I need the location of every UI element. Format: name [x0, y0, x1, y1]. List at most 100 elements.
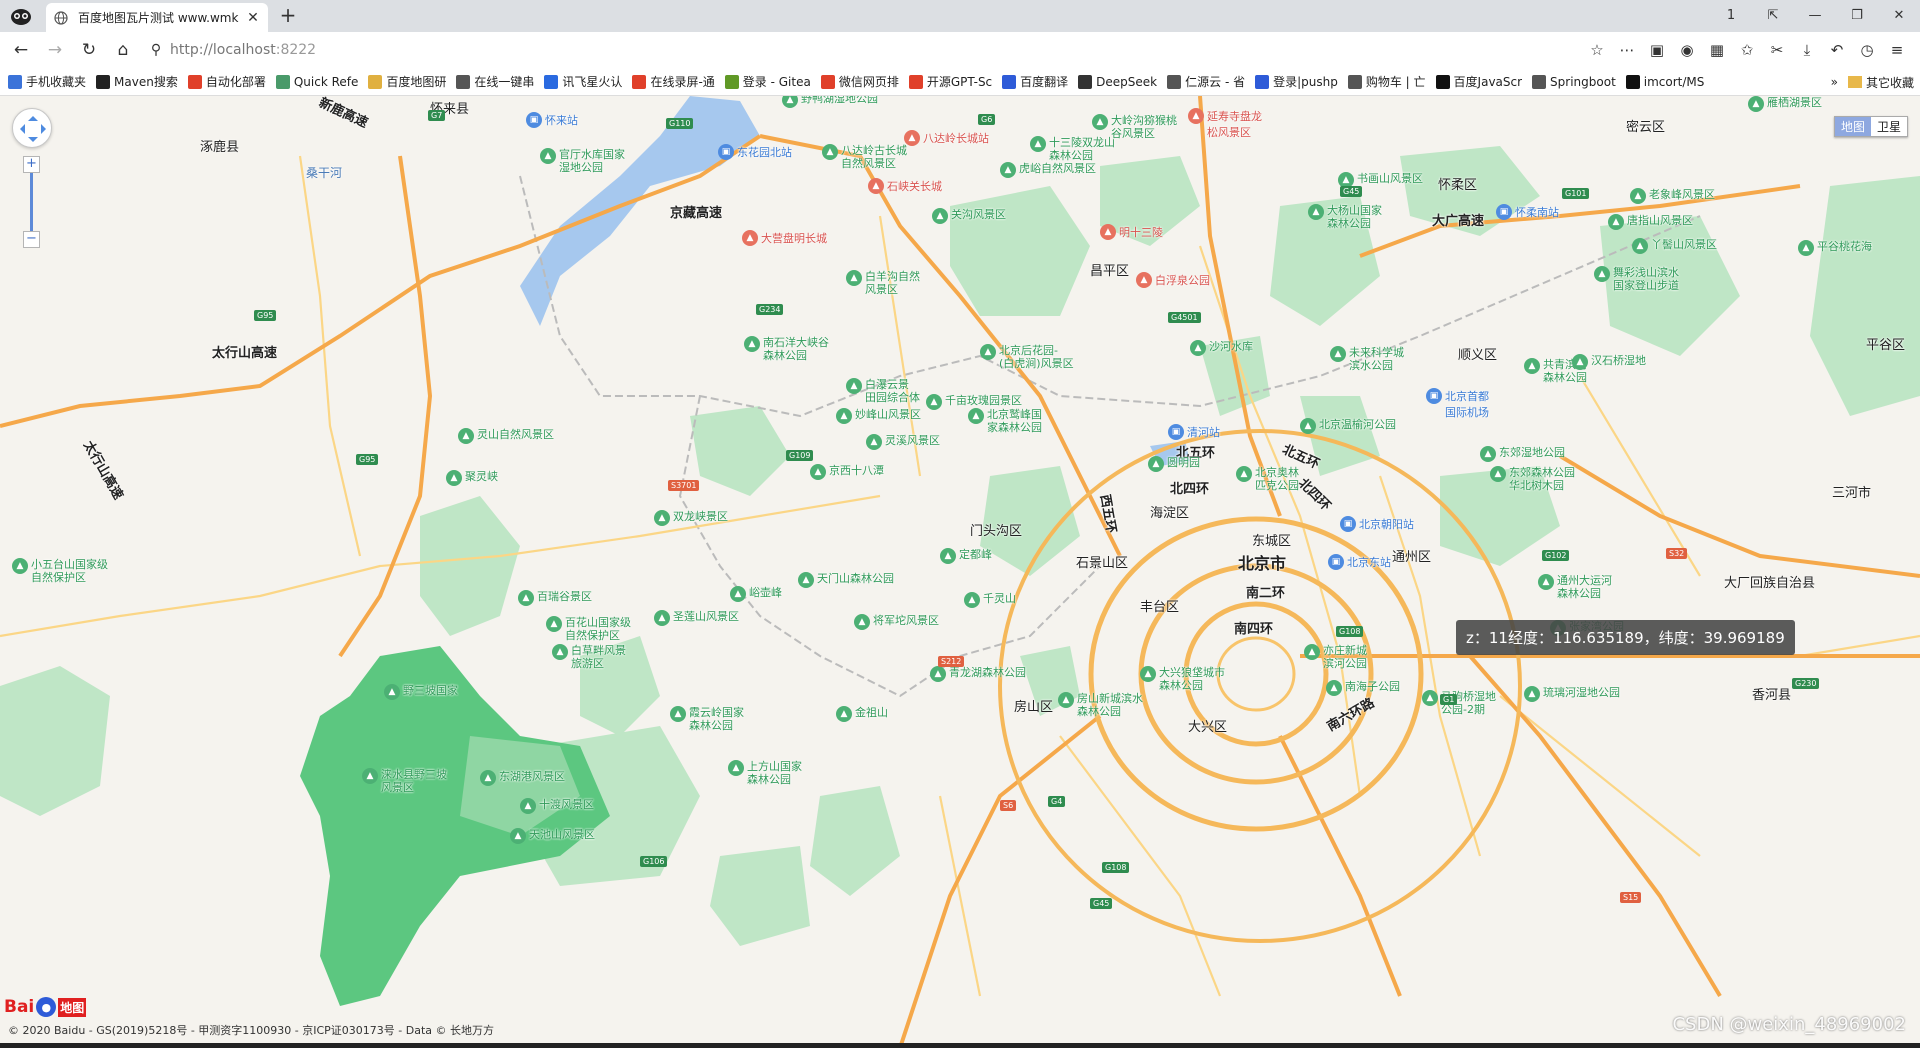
poi-label[interactable]: 千灵山	[983, 592, 1016, 605]
more-icon[interactable]: ⋯	[1612, 36, 1642, 64]
park-marker-icon[interactable]: ▲	[846, 270, 862, 286]
park-marker-icon[interactable]: ▲	[940, 548, 956, 564]
tab-close-icon[interactable]: ✕	[246, 10, 260, 26]
poi-label[interactable]: 天门山森林公园	[817, 572, 894, 585]
park-marker-icon[interactable]: ▲	[1190, 340, 1206, 356]
park-marker-icon[interactable]: ▲	[1480, 446, 1496, 462]
bookmark-item[interactable]: imcort/MS	[1625, 74, 1704, 89]
bookmark-item[interactable]: 微信网页排	[820, 73, 899, 90]
pan-left-icon[interactable]	[15, 124, 25, 134]
bookmark-item[interactable]: 登录|pushp	[1255, 73, 1338, 90]
poi-label[interactable]: 东郊湿地公园	[1499, 446, 1565, 459]
poi-label[interactable]: 石峡关长城	[887, 178, 942, 194]
park-marker-icon[interactable]: ▲	[930, 666, 946, 682]
park-marker-icon[interactable]: ▲	[384, 684, 400, 700]
poi-label[interactable]: 东花园北站	[737, 144, 792, 160]
pan-down-icon[interactable]	[28, 137, 38, 147]
park-marker-icon[interactable]: ▲	[654, 610, 670, 626]
tab-active[interactable]: 百度地图瓦片测试 www.wmk ✕	[46, 3, 268, 32]
park-marker-icon[interactable]: ▲	[1572, 354, 1588, 370]
park-marker-icon[interactable]: ▲	[510, 828, 526, 844]
park-marker-icon[interactable]: ▲	[836, 706, 852, 722]
poi-label[interactable]: 百花山国家级 自然保护区	[565, 616, 631, 642]
poi-label[interactable]: 霞云岭国家 森林公园	[689, 706, 744, 732]
screenshot-icon[interactable]: ✂	[1762, 36, 1792, 64]
park-marker-icon[interactable]: ▲	[1632, 238, 1648, 254]
park-marker-icon[interactable]: ▲	[730, 586, 746, 602]
park-marker-icon[interactable]: ▲	[480, 770, 496, 786]
park-marker-icon[interactable]: ▲	[1000, 162, 1016, 178]
park-marker-icon[interactable]: ▲	[518, 590, 534, 606]
poi-label[interactable]: 圣莲山风景区	[673, 610, 739, 623]
poi-label[interactable]: 白羊沟自然 风景区	[865, 270, 920, 296]
park-marker-icon[interactable]: ▲	[1330, 346, 1346, 362]
back-icon[interactable]: ←	[4, 35, 38, 65]
reload-icon[interactable]: ↻	[72, 35, 106, 65]
poi-label[interactable]: 北京奥林 匹克公园	[1255, 466, 1299, 492]
poi-label[interactable]: 丫髻山风景区	[1651, 238, 1717, 251]
park-marker-icon[interactable]: ▲	[854, 614, 870, 630]
poi-label[interactable]: 房山新城滨水 森林公园	[1077, 692, 1143, 718]
zoom-slider[interactable]	[30, 173, 33, 231]
park-marker-icon[interactable]: ▲	[1524, 358, 1540, 374]
poi-label[interactable]: 东湖港风景区	[499, 770, 565, 783]
poi-label[interactable]: 北京东站	[1347, 554, 1391, 570]
poi-label[interactable]: 聚灵峡	[465, 470, 498, 483]
poi-label[interactable]: 上方山国家 森林公园	[747, 760, 802, 786]
landmark-marker-icon[interactable]: ▲	[868, 178, 884, 194]
bookmark-item[interactable]: 在线一键串	[456, 73, 534, 90]
bookmark-item[interactable]: Springboot	[1532, 74, 1616, 89]
poi-label[interactable]: 十三陵双龙山 森林公园	[1049, 136, 1115, 162]
park-marker-icon[interactable]: ▲	[1304, 644, 1320, 660]
poi-label[interactable]: 白草畔风景 旅游区	[571, 644, 626, 670]
park-marker-icon[interactable]: ▲	[798, 572, 814, 588]
bookmark-item[interactable]: 百度JavaScr	[1435, 73, 1522, 90]
park-marker-icon[interactable]: ▲	[1148, 456, 1164, 472]
poi-label[interactable]: 小五台山国家级 自然保护区	[31, 558, 108, 584]
poi-label[interactable]: 东郊森林公园 华北树木园	[1509, 466, 1575, 492]
park-marker-icon[interactable]: ▲	[836, 408, 852, 424]
poi-label[interactable]: 北京温榆河公园	[1319, 418, 1396, 431]
zoom-out-button[interactable]: −	[23, 231, 40, 248]
poi-label[interactable]: 八达岭长城站	[923, 130, 989, 146]
poi-label[interactable]: 十渡风景区	[539, 798, 594, 811]
close-window-icon[interactable]: ✕	[1878, 0, 1920, 30]
map-type-satellite-button[interactable]: 卫星	[1870, 117, 1907, 136]
poi-label[interactable]: 圆明园	[1167, 456, 1200, 469]
park-marker-icon[interactable]: ▲	[1422, 690, 1438, 706]
station-marker-icon[interactable]: ▣	[1328, 554, 1344, 570]
poi-label[interactable]: 关沟风景区	[951, 208, 1006, 221]
poi-label[interactable]: 金祖山	[855, 706, 888, 719]
poi-label[interactable]: 北京朝阳站	[1359, 516, 1414, 532]
menu-icon[interactable]: ≡	[1882, 36, 1912, 64]
park-marker-icon[interactable]: ▲	[964, 592, 980, 608]
poi-label[interactable]: 北京后花园- (白虎涧)风景区	[999, 344, 1074, 370]
park-marker-icon[interactable]: ▲	[744, 336, 760, 352]
poi-label[interactable]: 明十三陵	[1119, 224, 1163, 240]
apps-icon[interactable]: ▦	[1702, 36, 1732, 64]
poi-label[interactable]: 京西十八潭	[829, 464, 884, 477]
park-marker-icon[interactable]: ▲	[1300, 418, 1316, 434]
park-marker-icon[interactable]: ▲	[1608, 214, 1624, 230]
poi-label[interactable]: 将军坨风景区	[873, 614, 939, 627]
station-marker-icon[interactable]: ▣	[526, 112, 542, 128]
bookmark-item[interactable]: 百度地图研	[368, 73, 446, 90]
park-marker-icon[interactable]: ▲	[810, 464, 826, 480]
poi-label[interactable]: 灵溪风景区	[885, 434, 940, 447]
bookmark-item[interactable]: 开源GPT-Sc	[908, 73, 992, 90]
park-marker-icon[interactable]: ▲	[1798, 240, 1814, 256]
poi-label[interactable]: 千亩玫瑰园景区	[945, 394, 1022, 407]
poi-label[interactable]: 通州大运河 森林公园	[1557, 574, 1612, 600]
park-marker-icon[interactable]: ▲	[932, 208, 948, 224]
park-marker-icon[interactable]: ▲	[546, 616, 562, 632]
poi-label[interactable]: 百瑞谷景区	[537, 590, 592, 603]
poi-label[interactable]: 青龙湖森林公园	[949, 666, 1026, 679]
zoom-in-button[interactable]: +	[23, 156, 40, 173]
pan-up-icon[interactable]	[28, 111, 38, 121]
pin-window-icon[interactable]: ⇱	[1752, 0, 1794, 30]
poi-label[interactable]: 双龙峡景区	[673, 510, 728, 523]
poi-label[interactable]: 老象峰风景区	[1649, 188, 1715, 201]
poi-label[interactable]: 雁栖湖景区	[1767, 96, 1822, 109]
poi-label[interactable]: 野鸭湖湿地公园	[801, 96, 878, 105]
poi-label[interactable]: 清河站	[1187, 424, 1220, 440]
